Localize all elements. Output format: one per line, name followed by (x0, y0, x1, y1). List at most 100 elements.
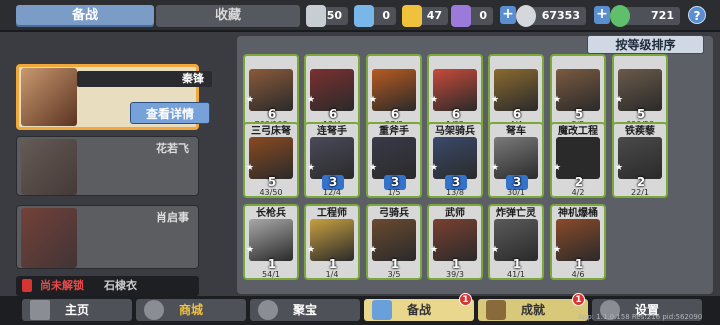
star-icon: ★ (307, 245, 316, 255)
nav-prepare[interactable]: 备战 (364, 299, 474, 321)
silver-coin-icon (516, 5, 536, 27)
achievements-badge: 1 (572, 293, 585, 306)
prepare-icon (372, 300, 392, 320)
purple-token-counter: 0 (451, 5, 493, 27)
blue-gem-icon (354, 5, 374, 27)
tab-collection[interactable]: 收藏 (156, 5, 300, 27)
unit-card[interactable]: 三弓床弩 ★ 5 43/50 (243, 122, 299, 198)
unit-card[interactable]: 神机爆桶 ★ 1 4/6 (550, 204, 606, 280)
unit-card[interactable]: 弩车 ★ 3 30/1 (488, 122, 544, 198)
unit-progress: 30/1 (507, 188, 525, 197)
lock-icon (22, 279, 32, 292)
star-icon: ★ (430, 163, 439, 173)
sort-by-level-button[interactable]: 按等级排序 (587, 35, 704, 54)
shop-icon (144, 300, 164, 320)
unit-card[interactable]: ★612/4 (304, 54, 360, 130)
unit-progress: 1/4 (325, 270, 339, 279)
nav-shop-label: 商城 (178, 303, 203, 317)
hero-portrait (21, 68, 77, 126)
locked-hero-name: 石棣衣 (104, 279, 137, 292)
unit-progress: 22/1 (631, 188, 649, 197)
unit-card[interactable]: 长枪兵 ★ 1 54/1 (243, 204, 299, 280)
nav-treasure[interactable]: 聚宝 (250, 299, 360, 321)
hero-card-huaruofei[interactable]: 花若飞 (16, 136, 199, 196)
star-icon: ★ (491, 245, 500, 255)
unit-card[interactable]: 铁蒺藜 ★ 2 22/1 (612, 122, 668, 198)
hero-name: 秦锋 (77, 71, 212, 87)
nav-treasure-label: 聚宝 (292, 303, 317, 317)
unit-card[interactable]: 连弩手 ★ 3 12/4 (304, 122, 360, 198)
star-icon: ★ (491, 163, 500, 173)
unit-card[interactable]: ★627/8 (366, 54, 422, 130)
silver-token-icon (306, 5, 326, 27)
nav-home[interactable]: 主页 (22, 299, 132, 321)
star-icon: ★ (615, 163, 624, 173)
star-icon: ★ (491, 95, 500, 105)
unit-card[interactable]: 工程师 ★ 1 1/4 (304, 204, 360, 280)
blue-gem-value: 0 (382, 9, 390, 22)
star-icon: ★ (430, 95, 439, 105)
nav-achievements[interactable]: 成就 (478, 299, 588, 321)
hero-name: 肖启事 (156, 211, 189, 224)
locked-label: 尚未解锁 (40, 279, 84, 292)
silver-token-counter: 50 (306, 5, 348, 27)
unit-progress: 41/1 (507, 270, 525, 279)
gold-token-counter: 47 (402, 5, 448, 27)
unit-card[interactable]: ★6766/108 (243, 54, 299, 130)
locked-hero-bar[interactable]: 尚未解锁 石棣衣 (16, 276, 199, 296)
unit-card[interactable]: ★64/4 (488, 54, 544, 130)
nav-shop[interactable]: 商城 (136, 299, 246, 321)
home-icon (30, 300, 50, 320)
help-button[interactable]: ? (688, 6, 706, 24)
top-bar: 备战 收藏 50 0 47 0 + 67353 + 721 ? (0, 0, 720, 32)
unit-progress: 12/4 (323, 188, 341, 197)
unit-progress: 3/5 (387, 270, 401, 279)
hero-card-qinfeng[interactable]: 秦锋 查看详情 (16, 64, 212, 130)
treasure-icon (258, 300, 278, 320)
nav-home-label: 主页 (64, 303, 89, 317)
star-icon: ★ (369, 95, 378, 105)
star-icon: ★ (369, 163, 378, 173)
nav-prepare-label: 备战 (406, 303, 431, 317)
blue-gem-counter: 0 (354, 5, 396, 27)
unit-card[interactable]: ★55/5 (550, 54, 606, 130)
purple-token-value: 0 (479, 9, 487, 22)
silver-coin-value: 67353 (541, 9, 580, 22)
unit-progress: 1/5 (387, 188, 401, 197)
star-icon: ★ (246, 245, 255, 255)
jade-value: 721 (651, 9, 674, 22)
gold-token-icon (402, 5, 422, 27)
jade-counter: 721 (610, 5, 680, 27)
unit-card[interactable]: 重斧手 ★ 3 1/5 (366, 122, 422, 198)
unit-progress: 54/1 (262, 270, 280, 279)
unit-card[interactable]: 魔改工程师★24/2 (550, 122, 606, 198)
purple-token-icon (451, 5, 471, 27)
unit-card[interactable]: 马架骑兵 ★ 3 13/8 (427, 122, 483, 198)
hero-name: 花若飞 (156, 142, 189, 155)
hero-portrait (21, 139, 77, 195)
add-silver-button[interactable]: + (500, 6, 516, 24)
unit-card[interactable]: 弓骑兵 ★ 1 3/5 (366, 204, 422, 280)
add-jade-button[interactable]: + (594, 6, 610, 24)
achievement-icon (486, 300, 506, 320)
unit-card[interactable]: 武师 ★ 1 39/3 (427, 204, 483, 280)
star-icon: ★ (553, 245, 562, 255)
unit-card[interactable]: ★61/32 (427, 54, 483, 130)
view-details-button[interactable]: 查看详情 (130, 102, 210, 124)
tab-prepare[interactable]: 备战 (16, 5, 154, 27)
star-icon: ★ (553, 95, 562, 105)
unit-progress: 39/3 (446, 270, 464, 279)
star-icon: ★ (369, 245, 378, 255)
star-icon: ★ (307, 163, 316, 173)
unit-card[interactable]: 炸弹亡灵 ★ 1 41/1 (488, 204, 544, 280)
hero-card-xiaoqishi[interactable]: 肖启事 (16, 205, 199, 269)
version-text: App: 1.1.0.158 Res:216 pid:562090 (578, 313, 703, 321)
prepare-badge: 1 (459, 293, 472, 306)
star-icon: ★ (246, 95, 255, 105)
star-icon: ★ (307, 95, 316, 105)
star-icon: ★ (553, 163, 562, 173)
unit-progress: 4/2 (571, 188, 585, 197)
unit-card[interactable]: ★5600/50 (612, 54, 668, 130)
unit-progress: 43/50 (259, 188, 283, 197)
star-icon: ★ (615, 95, 624, 105)
